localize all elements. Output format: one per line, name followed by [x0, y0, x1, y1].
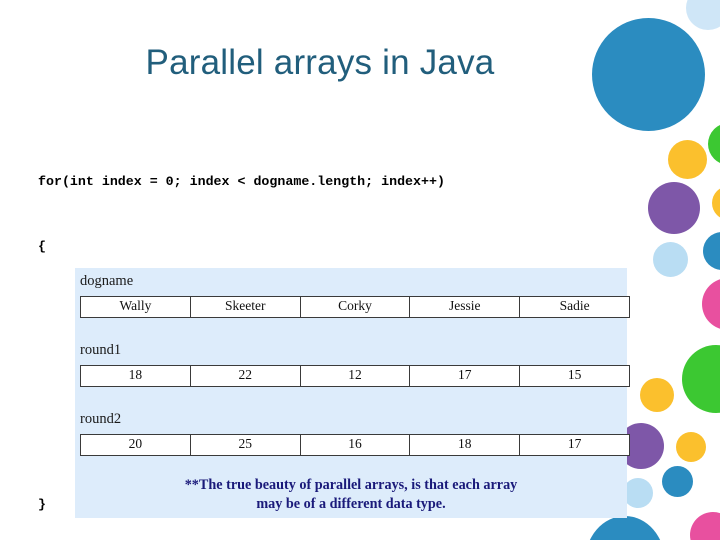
array-cell: 17: [519, 433, 630, 456]
array-cell: Sadie: [519, 295, 630, 318]
decor-circle-yellow-2: [712, 186, 720, 220]
slide-caption: **The true beauty of parallel arrays, is…: [105, 476, 597, 513]
arrays-panel: dogname Wally Skeeter Corky Jessie Sadie…: [75, 268, 630, 518]
caption-line: may be of a different data type.: [256, 495, 446, 512]
array-group-dogname: dogname Wally Skeeter Corky Jessie Sadie: [75, 273, 630, 318]
array-cell: Skeeter: [189, 295, 301, 318]
decor-circle-light-blue-1: [653, 242, 688, 277]
decor-circle-magenta-1: [702, 278, 720, 330]
array-table-round2: 20 25 16 18 17: [80, 433, 630, 456]
decor-circle-purple-1: [648, 182, 700, 234]
caption-line: **The true beauty of parallel arrays, is…: [184, 477, 518, 493]
code-line: for(int index = 0; index < dogname.lengt…: [38, 174, 445, 190]
slide-canvas: Parallel arrays in Java for(int index = …: [0, 0, 720, 540]
array-label: round2: [80, 411, 122, 427]
array-cell: Jessie: [409, 295, 521, 318]
decor-circle-blue-small-2: [662, 466, 693, 497]
table-row: 20 25 16 18 17: [80, 433, 630, 456]
array-cell: 20: [80, 433, 191, 456]
array-group-round1: round1 18 22 12 17 15: [75, 342, 630, 387]
decor-circle-yellow-1: [668, 140, 707, 179]
array-cell: 22: [189, 364, 301, 387]
array-cell: 17: [409, 364, 521, 387]
code-line: {: [38, 238, 46, 254]
array-cell: Corky: [299, 295, 411, 318]
decor-circle-blue-small-1: [703, 232, 720, 270]
array-cell: 18: [80, 364, 191, 387]
table-row: 18 22 12 17 15: [80, 364, 630, 387]
array-label: round1: [80, 342, 122, 358]
array-cell: 25: [189, 433, 301, 456]
array-group-round2: round2 20 25 16 18 17: [75, 411, 630, 456]
array-cell: 18: [409, 433, 521, 456]
decor-circle-green-1: [708, 123, 720, 165]
decor-circle-green-2: [682, 345, 720, 413]
array-label: dogname: [80, 273, 134, 289]
array-table-dogname: Wally Skeeter Corky Jessie Sadie: [80, 295, 630, 318]
array-cell: 12: [299, 364, 411, 387]
array-cell: 16: [299, 433, 411, 456]
array-cell: Wally: [80, 295, 191, 318]
page-title: Parallel arrays in Java: [145, 43, 495, 82]
decor-circle-yellow-4: [676, 432, 706, 462]
decor-circle-pale-blue-top: [686, 0, 720, 30]
table-row: Wally Skeeter Corky Jessie Sadie: [80, 295, 630, 318]
array-table-round1: 18 22 12 17 15: [80, 364, 630, 387]
array-cell: 15: [519, 364, 630, 387]
decor-circle-yellow-3: [640, 378, 674, 412]
decor-circle-magenta-2: [690, 512, 720, 540]
